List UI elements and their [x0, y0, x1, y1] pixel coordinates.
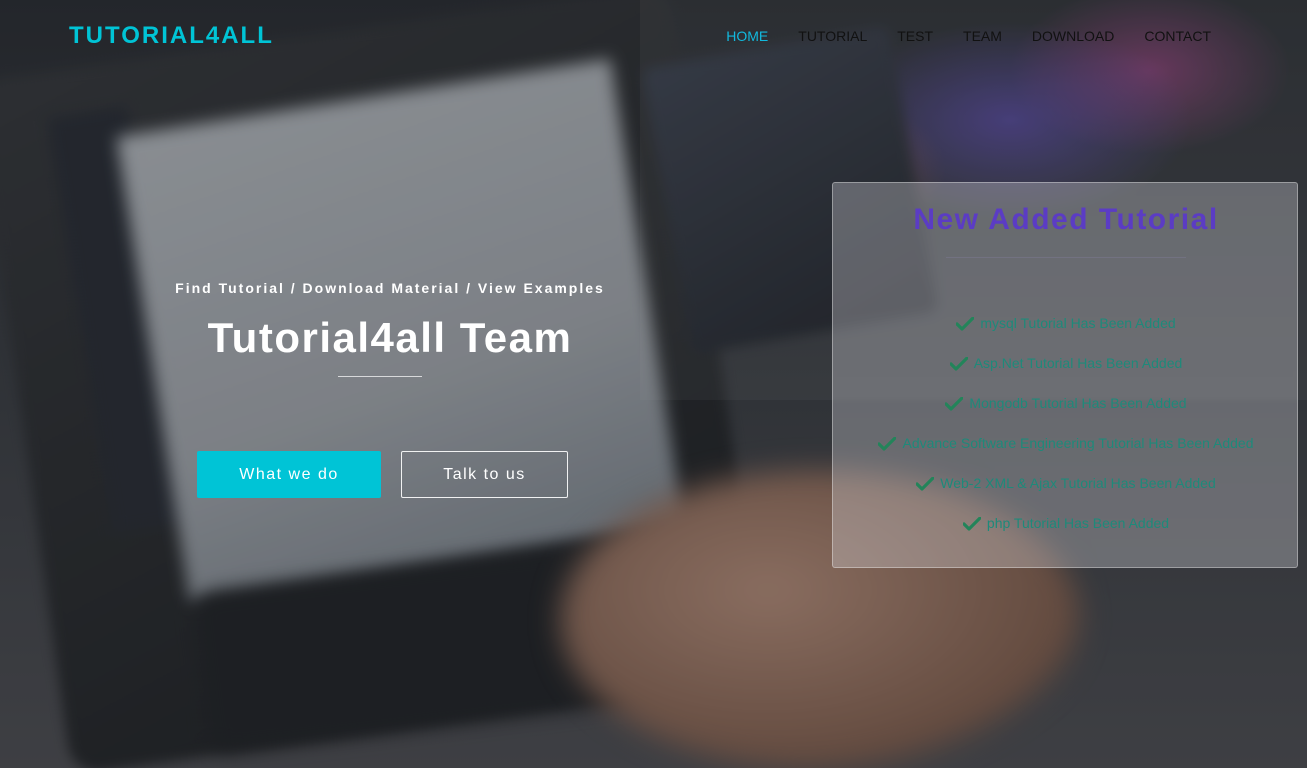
list-item-label: Web-2 XML & Ajax Tutorial Has Been Added	[940, 475, 1216, 491]
brand-logo[interactable]: TUTORIAL4ALL	[69, 22, 274, 50]
list-item[interactable]: Advance Software Engineering Tutorial Ha…	[833, 435, 1299, 475]
nav-item-home[interactable]: HOME	[726, 28, 768, 44]
nav-item-team[interactable]: TEAM	[963, 28, 1002, 44]
hero-section: Find Tutorial / Download Material / View…	[130, 280, 650, 377]
check-icon	[962, 516, 982, 534]
list-item-label: php Tutorial Has Been Added	[986, 515, 1170, 531]
nav-item-tutorial[interactable]: TUTORIAL	[798, 28, 867, 44]
list-item[interactable]: Web-2 XML & Ajax Tutorial Has Been Added	[833, 475, 1299, 515]
check-icon	[877, 436, 898, 454]
check-icon	[949, 356, 969, 374]
list-item-label: Advance Software Engineering Tutorial Ha…	[902, 435, 1254, 451]
nav-item-download[interactable]: DOWNLOAD	[1032, 28, 1114, 44]
tutorial-list: mysql Tutorial Has Been Added Asp.Net Tu…	[833, 315, 1299, 555]
check-icon	[955, 316, 975, 334]
list-item[interactable]: php Tutorial Has Been Added	[833, 515, 1299, 555]
new-tutorials-card: New Added Tutorial mysql Tutorial Has Be…	[832, 182, 1298, 568]
hero-divider	[338, 376, 422, 377]
hero-title: Tutorial4all Team	[207, 314, 573, 361]
talk-to-us-button[interactable]: Talk to us	[401, 451, 568, 498]
list-item[interactable]: Mongodb Tutorial Has Been Added	[833, 395, 1299, 435]
check-icon	[944, 396, 965, 414]
main-menu: HOME TUTORIAL TEST TEAM DOWNLOAD CONTACT	[726, 28, 1211, 44]
nav-item-test[interactable]: TEST	[897, 28, 933, 44]
list-item-label: mysql Tutorial Has Been Added	[980, 315, 1176, 331]
list-item[interactable]: mysql Tutorial Has Been Added	[833, 315, 1299, 355]
nav-item-contact[interactable]: CONTACT	[1144, 28, 1211, 44]
check-icon	[915, 476, 935, 494]
hero-subtitle: Find Tutorial / Download Material / View…	[175, 280, 605, 296]
list-item-label: Mongodb Tutorial Has Been Added	[969, 395, 1187, 411]
what-we-do-button[interactable]: What we do	[197, 451, 381, 498]
card-title: New Added Tutorial	[913, 203, 1219, 236]
card-divider	[946, 257, 1186, 258]
top-navbar: TUTORIAL4ALL HOME TUTORIAL TEST TEAM DOW…	[0, 0, 1307, 72]
list-item[interactable]: Asp.Net Tutorial Has Been Added	[833, 355, 1299, 395]
list-item-label: Asp.Net Tutorial Has Been Added	[973, 355, 1183, 371]
